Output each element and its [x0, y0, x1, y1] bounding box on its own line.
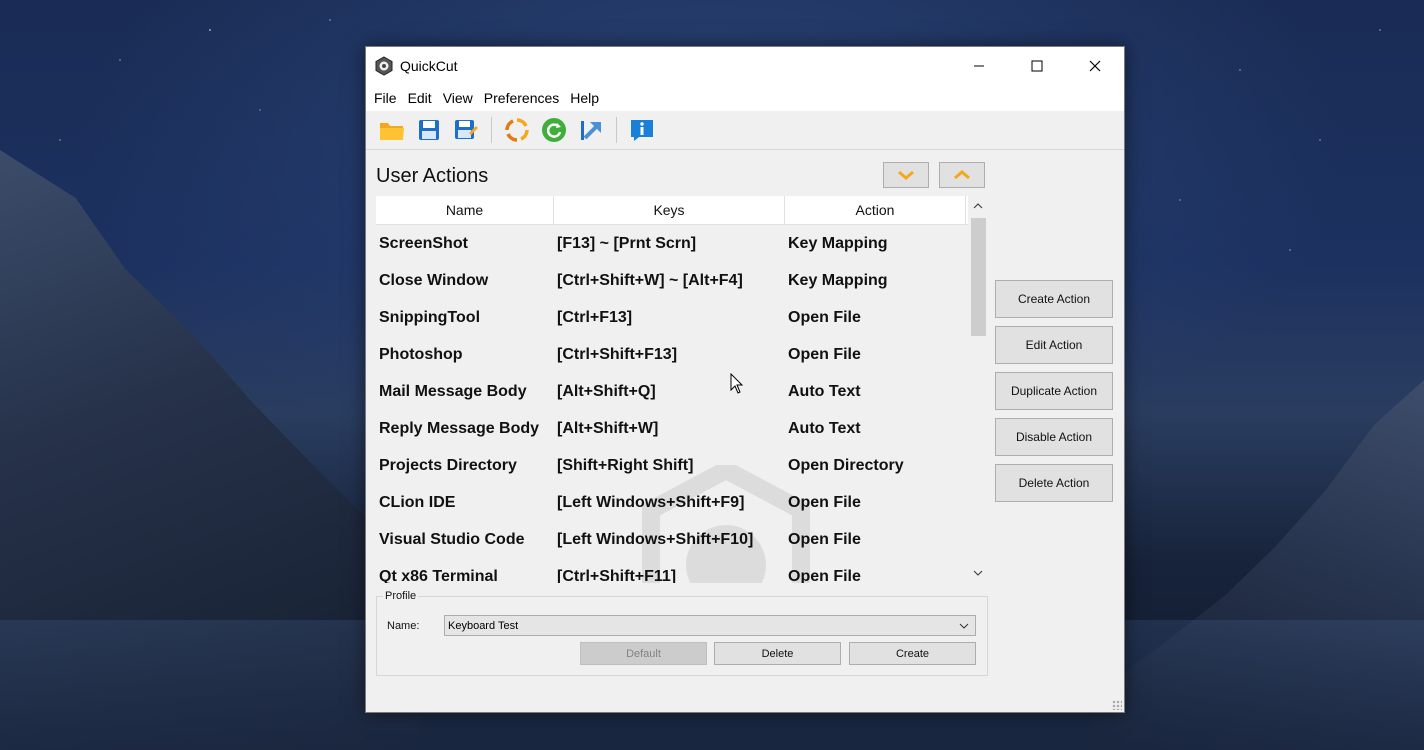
table-row[interactable]: Mail Message Body [Alt+Shift+Q] Auto Text — [376, 373, 988, 410]
folder-open-icon — [380, 123, 404, 140]
menu-bar: File Edit View Preferences Help — [366, 85, 1124, 111]
cell-keys: [Ctrl+F13] — [557, 308, 633, 326]
table-row[interactable]: Close Window [Ctrl+Shift+W] ~ [Alt+F4] Key… — [376, 262, 988, 299]
quickcut-window: QuickCut File Edit View Preferences Help — [365, 46, 1125, 713]
save-as-icon — [455, 120, 478, 139]
menu-help[interactable]: Help — [569, 90, 609, 106]
table-row[interactable]: ScreenShot [F13] ~ [Prnt Scrn] Key Mapping — [376, 225, 988, 262]
cell-action: Open File — [788, 493, 861, 511]
menu-preferences[interactable]: Preferences — [483, 90, 569, 106]
delete-profile-button[interactable]: Delete — [714, 642, 841, 665]
create-profile-button[interactable]: Create — [849, 642, 976, 665]
chevron-down-icon — [959, 623, 969, 629]
save-button[interactable] — [415, 116, 443, 144]
profile-selected-value: Keyboard Test — [448, 619, 519, 632]
cell-action: Open File — [788, 530, 861, 548]
cell-name: Mail Message Body — [379, 382, 527, 400]
table-row[interactable]: Photoshop [Ctrl+Shift+F13] Open File — [376, 336, 988, 373]
app-logo-icon — [375, 56, 393, 76]
profile-select[interactable]: Keyboard Test — [444, 615, 976, 636]
actions-table: Name Keys Action ScreenShot [F13] ~ [Prnt… — [376, 196, 988, 583]
table-scrollbar[interactable] — [968, 196, 988, 583]
cell-keys: [Alt+Shift+Q] — [557, 382, 656, 400]
table-body: ScreenShot [F13] ~ [Prnt Scrn] Key Mapping… — [376, 225, 988, 583]
about-button[interactable] — [628, 116, 656, 144]
mouse-cursor-icon — [730, 373, 744, 394]
scroll-up-button[interactable] — [968, 196, 988, 216]
delete-action-button[interactable]: Delete Action — [995, 464, 1113, 502]
close-button[interactable] — [1066, 47, 1124, 85]
window-title: QuickCut — [400, 58, 458, 74]
title-bar[interactable]: QuickCut — [366, 47, 1124, 85]
scroll-down-button[interactable] — [968, 563, 988, 583]
cell-name: Qt x86 Terminal — [379, 567, 498, 584]
cell-action: Open File — [788, 308, 861, 326]
cell-name: CLion IDE — [379, 493, 456, 511]
watermark-logo-icon — [642, 465, 810, 583]
cell-action: Open File — [788, 567, 861, 584]
column-header-keys[interactable]: Keys — [554, 196, 785, 224]
scroll-thumb[interactable] — [971, 218, 986, 336]
profile-name-label: Name: — [387, 620, 420, 632]
cell-action: Auto Text — [788, 419, 861, 437]
column-header-name[interactable]: Name — [376, 196, 554, 224]
close-icon — [1089, 60, 1101, 72]
cell-keys: [Alt+Shift+W] — [557, 419, 659, 437]
disable-action-button[interactable]: Disable Action — [995, 418, 1113, 456]
minimize-icon — [974, 65, 984, 67]
cell-action: Key Mapping — [788, 271, 888, 289]
save-as-button[interactable] — [452, 116, 480, 144]
profile-group: Profile Name: Keyboard Test Default Dele… — [376, 590, 988, 676]
info-icon — [631, 120, 653, 141]
cell-action: Open File — [788, 345, 861, 363]
save-icon — [419, 120, 439, 140]
duplicate-action-button[interactable]: Duplicate Action — [995, 372, 1113, 410]
chevron-up-icon — [973, 203, 983, 209]
refresh-button[interactable] — [503, 116, 531, 144]
table-row[interactable]: SnippingTool [Ctrl+F13] Open File — [376, 299, 988, 336]
refresh-icon — [505, 118, 529, 142]
cell-name: ScreenShot — [379, 234, 468, 252]
user-actions-title: User Actions — [376, 165, 489, 187]
cell-keys: [Ctrl+Shift+F13] — [557, 345, 678, 363]
cell-name: Close Window — [379, 271, 489, 289]
cell-name: Visual Studio Code — [379, 530, 525, 548]
chevron-down-icon — [973, 570, 983, 576]
create-action-button[interactable]: Create Action — [995, 280, 1113, 318]
toolbar-separator — [491, 117, 492, 143]
cell-keys: [Ctrl+Shift+W] ~ [Alt+F4] — [557, 271, 743, 289]
menu-edit[interactable]: Edit — [407, 90, 442, 106]
toolbar — [366, 111, 1124, 150]
reload-icon — [542, 118, 566, 142]
resize-grip[interactable] — [1112, 700, 1122, 710]
column-header-action[interactable]: Action — [785, 196, 966, 224]
default-profile-button[interactable]: Default — [580, 642, 707, 665]
minimize-button[interactable] — [950, 47, 1008, 85]
cell-name: Photoshop — [379, 345, 463, 363]
cell-name: SnippingTool — [379, 308, 481, 326]
move-up-button[interactable] — [939, 162, 985, 188]
cell-action: Open Directory — [788, 456, 904, 474]
cell-name: Reply Message Body — [379, 419, 540, 437]
open-button[interactable] — [378, 116, 406, 144]
profile-legend: Profile — [383, 590, 419, 602]
edit-action-button[interactable]: Edit Action — [995, 326, 1113, 364]
cell-action: Key Mapping — [788, 234, 888, 252]
cell-action: Auto Text — [788, 382, 861, 400]
table-header: Name Keys Action — [376, 196, 988, 225]
menu-file[interactable]: File — [373, 90, 407, 106]
menu-view[interactable]: View — [442, 90, 483, 106]
cell-name: Projects Directory — [379, 456, 517, 474]
move-down-button[interactable] — [883, 162, 929, 188]
export-icon — [581, 121, 601, 140]
table-row[interactable]: Reply Message Body [Alt+Shift+W] Auto Text — [376, 410, 988, 447]
maximize-icon — [1031, 60, 1043, 72]
maximize-button[interactable] — [1008, 47, 1066, 85]
reload-button[interactable] — [540, 116, 568, 144]
chevron-up-icon — [954, 170, 970, 180]
export-button[interactable] — [577, 116, 605, 144]
toolbar-separator — [616, 117, 617, 143]
chevron-down-icon — [898, 170, 914, 180]
cell-keys: [F13] ~ [Prnt Scrn] — [557, 234, 697, 252]
